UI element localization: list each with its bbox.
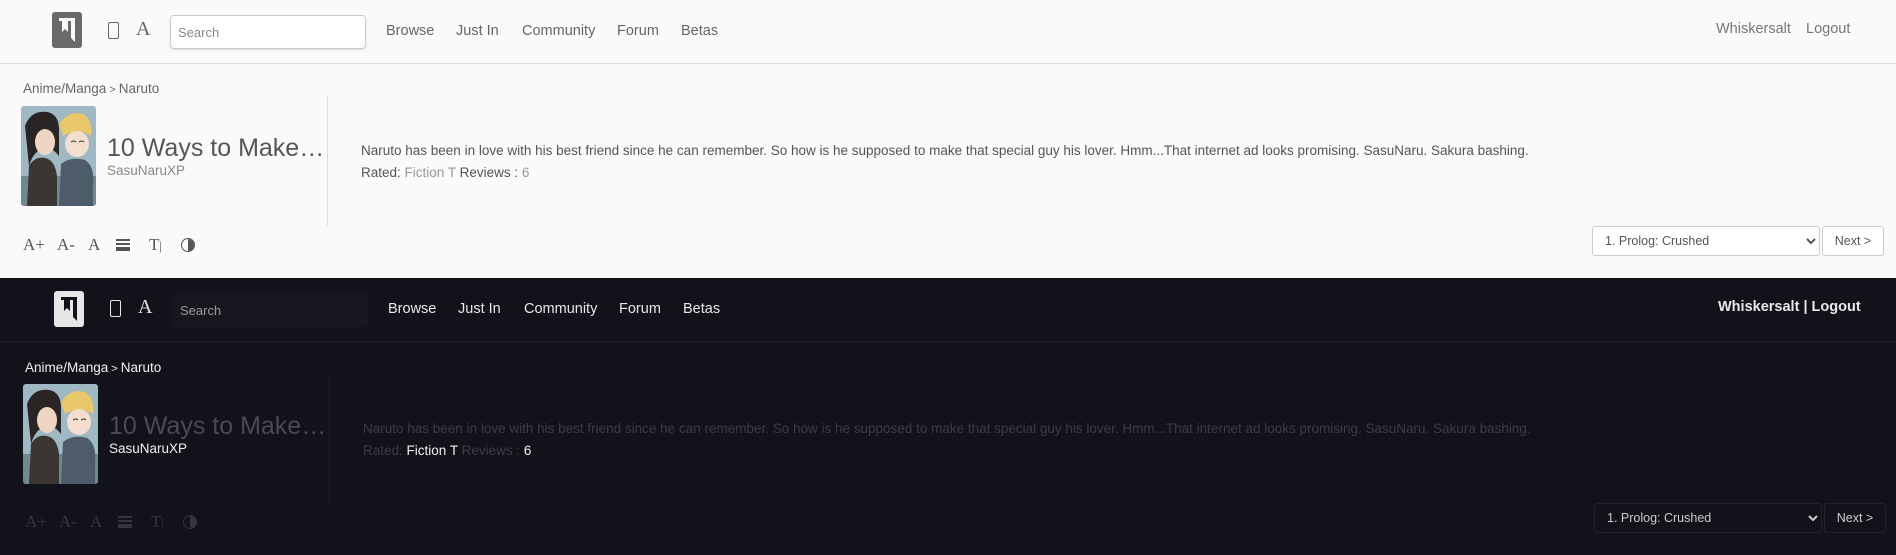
breadcrumb-separator: > (109, 84, 116, 96)
rating-value: Fiction T (404, 165, 456, 180)
user-area: Whiskersalt | Logout (1718, 299, 1861, 315)
logout-link[interactable]: Logout (1806, 21, 1850, 37)
next-chapter-button[interactable]: Next > (1824, 503, 1886, 533)
story-author[interactable]: SasuNaruXP (109, 441, 187, 456)
contrast-toggle-icon[interactable] (181, 238, 195, 252)
search-input[interactable] (172, 293, 368, 327)
breadcrumb: Anime/Manga > Naruto (25, 360, 161, 375)
font-size-increase-button[interactable]: A+ (23, 234, 45, 256)
vertical-divider (327, 96, 328, 226)
font-icon[interactable]: A (136, 19, 150, 39)
vertical-divider (329, 374, 330, 504)
breadcrumb-separator: > (111, 363, 118, 375)
breadcrumb: Anime/Manga > Naruto (23, 81, 159, 96)
top-navigation-bar: A Browse Just In Community Forum Betas W… (0, 0, 1896, 64)
story-cover-image[interactable] (21, 106, 96, 206)
username-link[interactable]: Whiskersalt (1718, 299, 1799, 315)
text-align-icon[interactable] (118, 516, 132, 528)
font-family-button[interactable]: A (90, 511, 102, 533)
nav-community[interactable]: Community (522, 23, 595, 39)
book-logo-icon[interactable] (52, 12, 82, 48)
username-link[interactable]: Whiskersalt (1716, 21, 1791, 37)
reviews-label: Reviews : (461, 443, 521, 458)
top-navigation-bar: A Browse Just In Community Forum Betas W… (0, 278, 1896, 342)
contrast-toggle-icon[interactable] (183, 515, 197, 529)
mobile-view-icon[interactable] (108, 22, 119, 39)
rating-value: Fiction T (406, 443, 458, 458)
font-size-decrease-button[interactable]: A- (59, 511, 77, 533)
story-summary: Naruto has been in love with his best fr… (361, 143, 1529, 158)
reviews-count[interactable]: 6 (524, 443, 532, 458)
rated-label: Rated: (361, 165, 401, 180)
font-size-increase-button[interactable]: A+ (25, 511, 47, 533)
light-theme-panel: A Browse Just In Community Forum Betas W… (0, 0, 1896, 278)
story-meta: Rated: Fiction T Reviews : 6 (363, 443, 531, 458)
nav-community[interactable]: Community (524, 301, 597, 317)
nav-browse[interactable]: Browse (388, 301, 436, 317)
story-title[interactable]: 10 Ways to Make… (109, 412, 326, 441)
rated-label: Rated: (363, 443, 403, 458)
text-size-label: T (151, 512, 162, 531)
reviews-label: Reviews : (459, 165, 519, 180)
font-size-decrease-button[interactable]: A- (57, 234, 75, 256)
book-logo-icon[interactable] (54, 291, 84, 327)
nav-forum[interactable]: Forum (619, 301, 661, 317)
story-summary: Naruto has been in love with his best fr… (363, 421, 1531, 436)
dark-theme-panel: A Browse Just In Community Forum Betas W… (0, 278, 1896, 555)
nav-just-in[interactable]: Just In (456, 23, 499, 39)
story-meta: Rated: Fiction T Reviews : 6 (361, 165, 529, 180)
chapter-select[interactable]: 1. Prolog: Crushed (1592, 226, 1820, 256)
nav-browse[interactable]: Browse (386, 23, 434, 39)
text-align-icon[interactable] (116, 239, 130, 251)
text-size-icon[interactable]: T| (149, 234, 162, 257)
nav-just-in[interactable]: Just In (458, 301, 501, 317)
nav-betas[interactable]: Betas (683, 301, 720, 317)
search-input[interactable] (170, 15, 366, 49)
font-icon[interactable]: A (138, 297, 152, 317)
text-size-label: T (149, 235, 160, 254)
nav-forum[interactable]: Forum (617, 23, 659, 39)
font-family-button[interactable]: A (88, 234, 100, 256)
chapter-select[interactable]: 1. Prolog: Crushed (1594, 503, 1822, 533)
user-separator: | (1803, 299, 1808, 315)
reviews-count[interactable]: 6 (522, 165, 530, 180)
breadcrumb-fandom[interactable]: Naruto (121, 360, 162, 375)
story-author[interactable]: SasuNaruXP (107, 163, 185, 178)
breadcrumb-category[interactable]: Anime/Manga (25, 360, 108, 375)
story-title[interactable]: 10 Ways to Make… (107, 134, 324, 163)
breadcrumb-fandom[interactable]: Naruto (119, 81, 160, 96)
story-cover-image[interactable] (23, 384, 98, 484)
mobile-view-icon[interactable] (110, 300, 121, 317)
nav-betas[interactable]: Betas (681, 23, 718, 39)
logout-link[interactable]: Logout (1812, 299, 1861, 315)
next-chapter-button[interactable]: Next > (1822, 226, 1884, 256)
text-size-icon[interactable]: T| (151, 511, 164, 534)
breadcrumb-category[interactable]: Anime/Manga (23, 81, 106, 96)
